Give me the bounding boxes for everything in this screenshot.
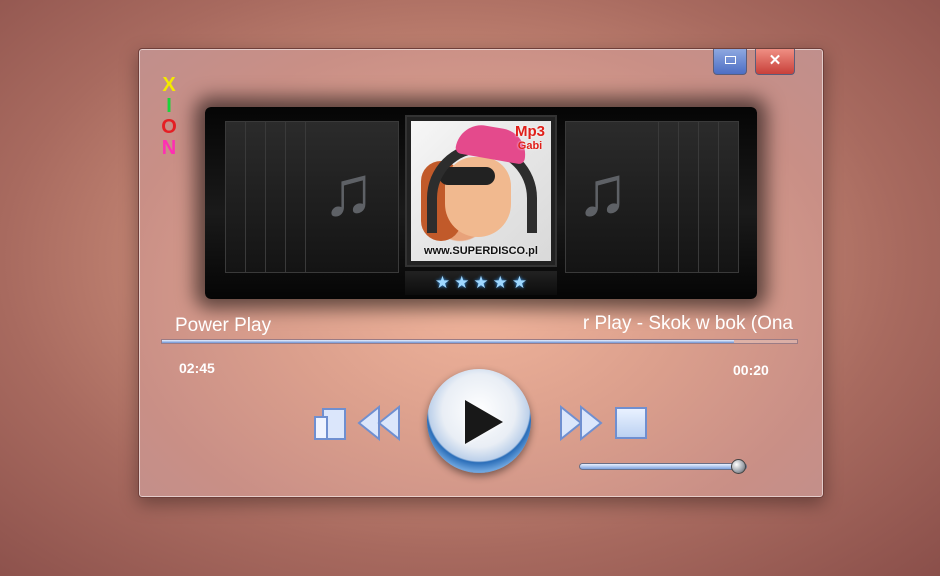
star-icon[interactable]: ★ (435, 273, 450, 292)
album-url-text: www.SUPERDISCO.pl (424, 245, 538, 257)
seek-bar[interactable] (161, 339, 798, 344)
mp3-badge: Mp3 Gabi (515, 123, 545, 153)
star-icon[interactable]: ★ (473, 273, 488, 292)
music-note-icon: ♫ (576, 152, 629, 230)
logo-letter-o: O (161, 116, 177, 138)
fast-forward-icon (560, 404, 603, 442)
rewind-icon (357, 404, 400, 442)
track-title: Power Play (175, 315, 272, 336)
play-button[interactable] (427, 369, 531, 473)
xion-logo: X I O N (161, 75, 177, 159)
album-cover[interactable]: Mp3 Gabi www.SUPERDISCO.pl (405, 115, 557, 267)
play-icon (465, 400, 503, 444)
star-icon[interactable]: ★ (454, 273, 469, 292)
mp3-badge-sub: Gabi (517, 140, 543, 152)
playlist-icon (314, 408, 346, 440)
star-icon[interactable]: ★ (512, 273, 527, 292)
playlist-button[interactable] (313, 407, 347, 441)
player-window: ✕ X I O N ♫ ♫ Mp3 Gabi www.SUPERDISCO.pl… (138, 48, 824, 498)
previous-button[interactable] (357, 404, 401, 442)
volume-knob[interactable] (731, 459, 746, 474)
close-button[interactable]: ✕ (755, 49, 795, 75)
logo-letter-i: I (166, 95, 172, 117)
logo-letter-n: N (161, 137, 177, 159)
cover-card[interactable]: ♫ (565, 121, 659, 273)
seek-bar-fill (162, 340, 734, 343)
album-art-image: Mp3 Gabi www.SUPERDISCO.pl (411, 121, 551, 261)
cover-card[interactable]: ♫ (305, 121, 399, 273)
remaining-time: 00:20 (733, 362, 769, 378)
track-scrolling-title: r Play - Skok w bok (Ona (582, 313, 793, 334)
next-button[interactable] (559, 404, 605, 442)
elapsed-time: 02:45 (179, 360, 215, 376)
minimize-button[interactable] (713, 49, 747, 75)
music-note-icon: ♫ (322, 152, 375, 230)
mp3-badge-main: Mp3 (515, 123, 545, 140)
volume-slider[interactable] (579, 459, 747, 474)
stop-button[interactable] (615, 407, 647, 439)
star-icon[interactable]: ★ (493, 273, 508, 292)
logo-letter-x: X (162, 74, 176, 96)
rating-stars[interactable]: ★ ★ ★ ★ ★ (405, 271, 557, 295)
